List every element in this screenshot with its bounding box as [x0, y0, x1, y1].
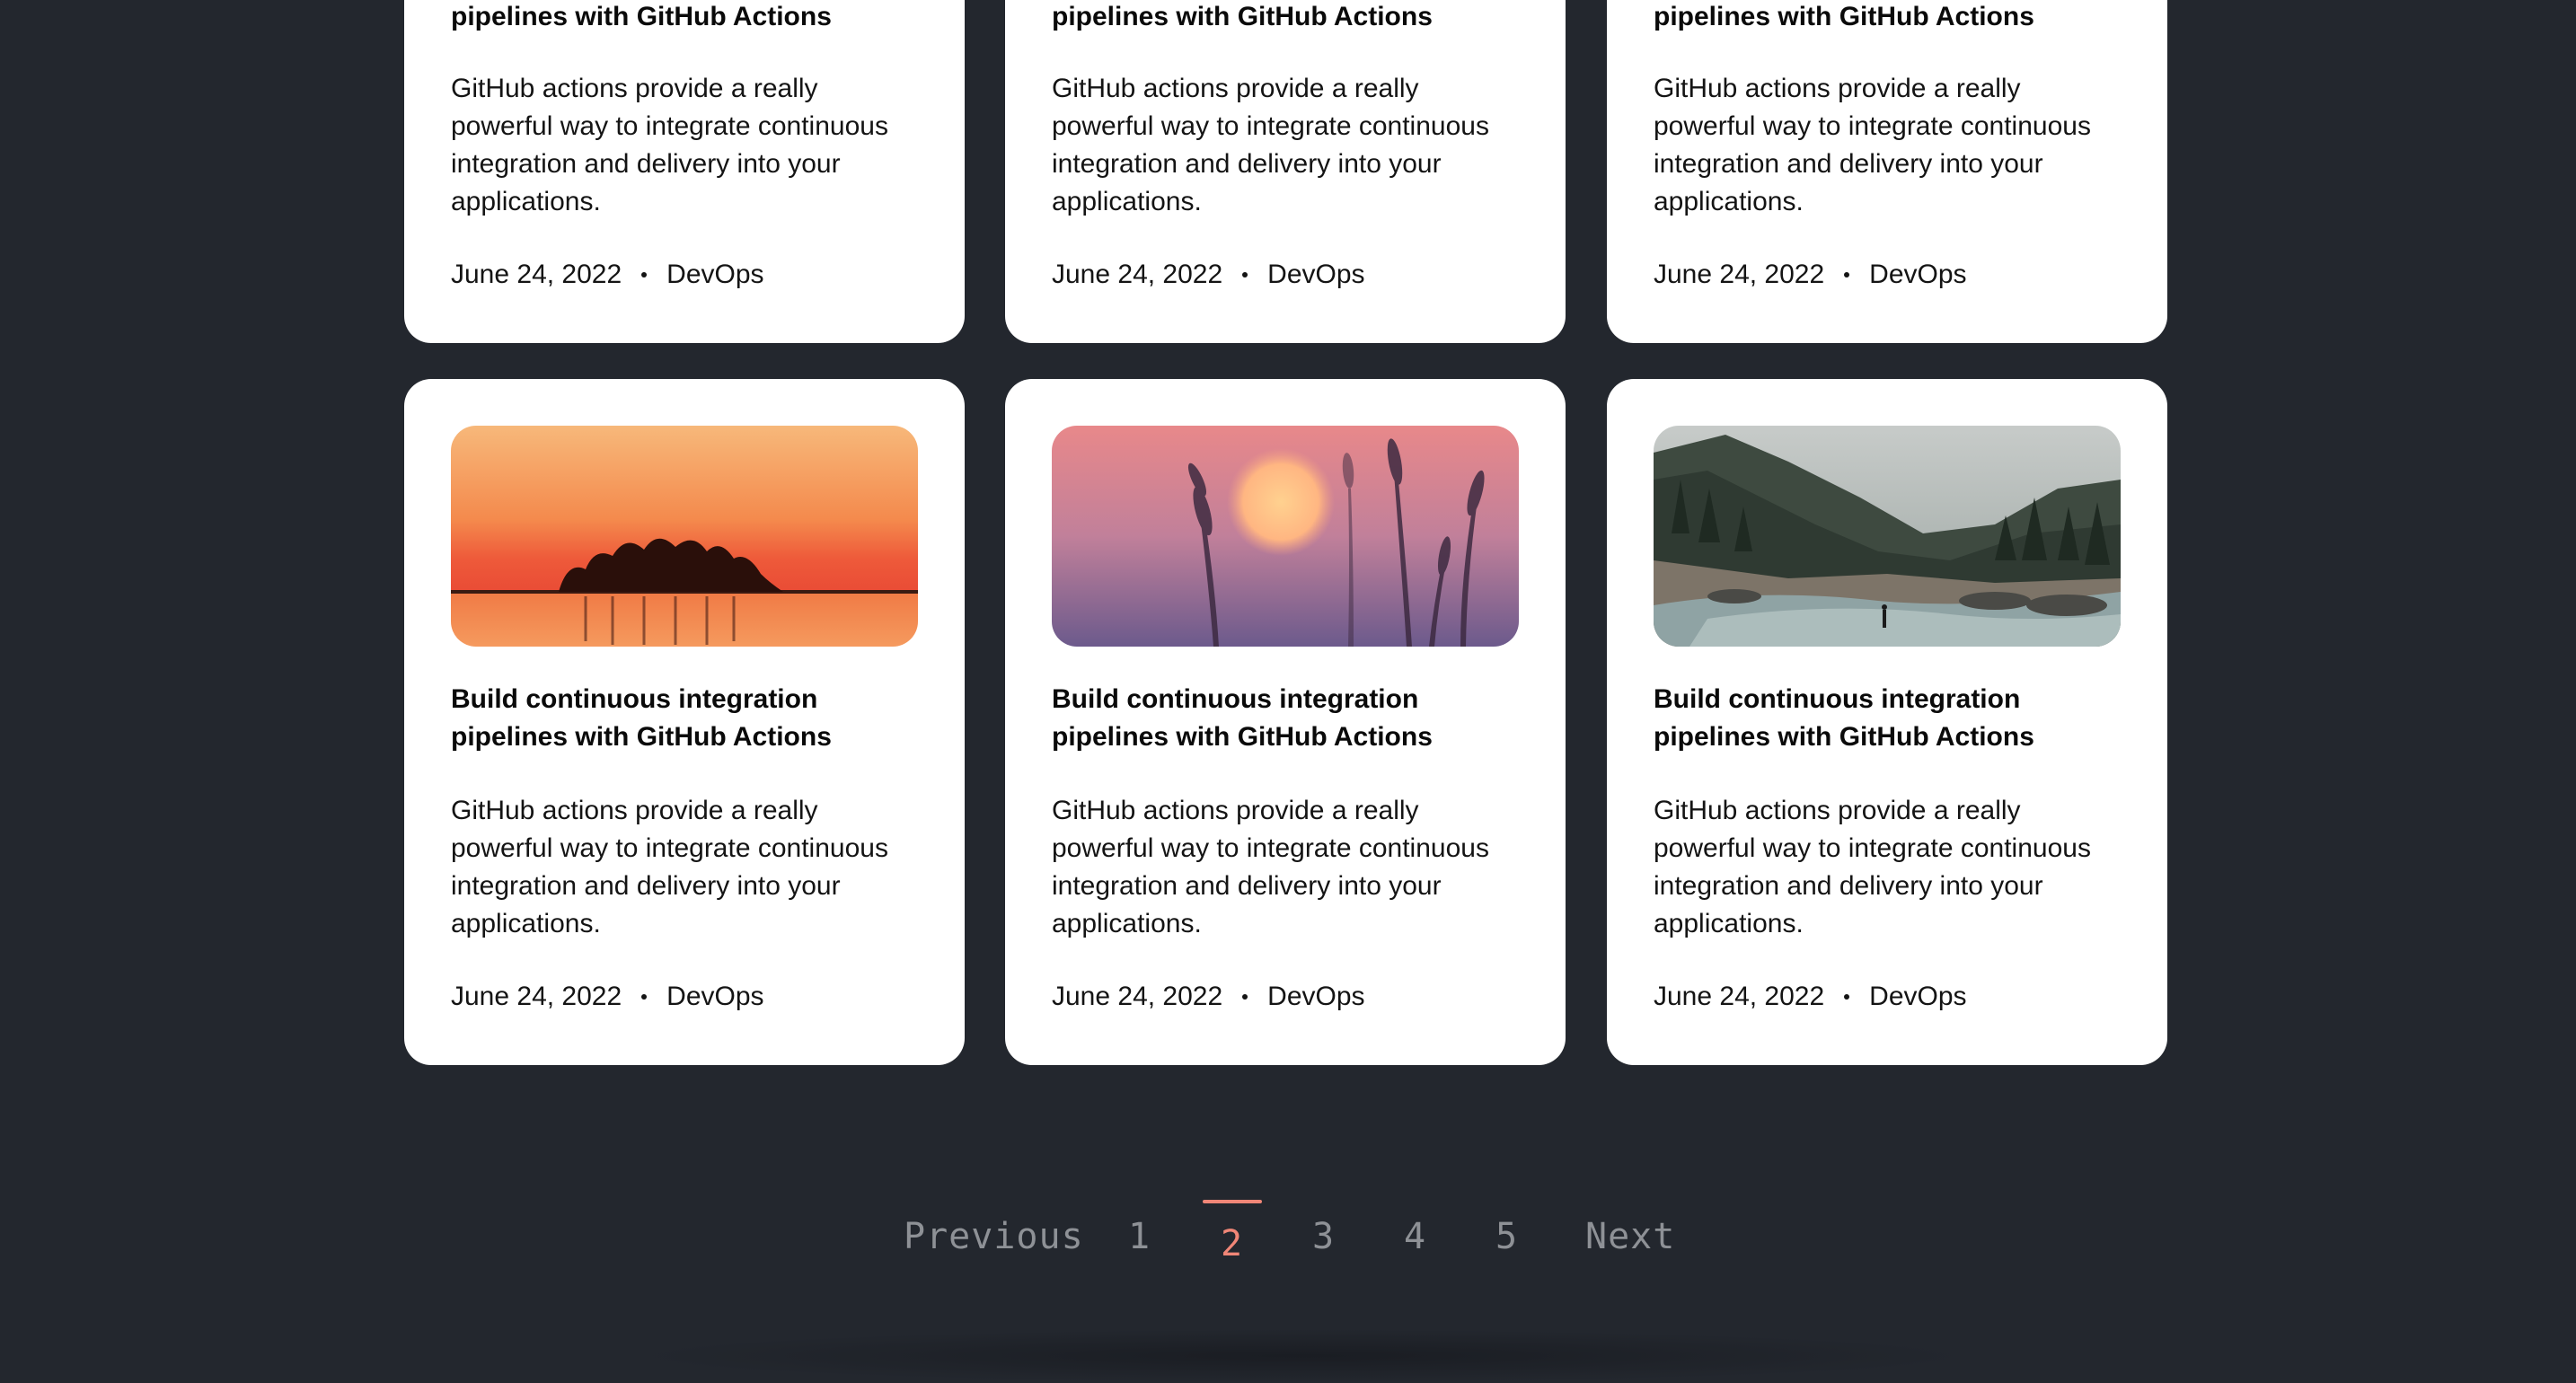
page-link-1[interactable]: 1 [1128, 1214, 1151, 1259]
article-meta: June 24, 2022 DevOps [451, 979, 918, 1015]
article-category[interactable]: DevOps [666, 979, 763, 1015]
article-title[interactable]: Build continuous integration pipelines w… [1654, 681, 2085, 756]
pagination: Previous 1 2 3 4 5 Next [0, 1194, 2576, 1284]
article-date: June 24, 2022 [1654, 260, 1825, 289]
article-card[interactable]: pipelines with GitHub Actions GitHub act… [1005, 0, 1566, 343]
article-date: June 24, 2022 [1052, 982, 1223, 1011]
separator-dot-icon [1844, 272, 1850, 277]
article-card[interactable]: Build continuous integration pipelines w… [404, 379, 965, 1065]
page-link-2-current[interactable]: 2 [1221, 1221, 1243, 1266]
separator-dot-icon [641, 994, 648, 1000]
article-category[interactable]: DevOps [1267, 257, 1364, 293]
article-meta: June 24, 2022 DevOps [1052, 257, 1519, 293]
article-card[interactable]: Build continuous integration pipelines w… [1607, 379, 2167, 1065]
article-card[interactable]: pipelines with GitHub Actions GitHub act… [404, 0, 965, 343]
page-link-3[interactable]: 3 [1312, 1214, 1335, 1259]
article-date: June 24, 2022 [1052, 260, 1223, 289]
article-meta: June 24, 2022 DevOps [1052, 979, 1519, 1015]
article-title[interactable]: pipelines with GitHub Actions [1654, 0, 2121, 36]
article-category[interactable]: DevOps [1869, 257, 1966, 293]
article-description: GitHub actions provide a really powerful… [451, 796, 888, 938]
page-link-4[interactable]: 4 [1404, 1214, 1426, 1259]
article-card[interactable]: pipelines with GitHub Actions GitHub act… [1607, 0, 2167, 343]
article-category[interactable]: DevOps [1869, 979, 1966, 1015]
article-title[interactable]: pipelines with GitHub Actions [1052, 0, 1519, 36]
footer-shadow [629, 1329, 1976, 1383]
article-title[interactable]: pipelines with GitHub Actions [451, 0, 918, 36]
article-meta: June 24, 2022 DevOps [1654, 257, 2121, 293]
article-card[interactable]: Build continuous integration pipelines w… [1005, 379, 1566, 1065]
article-description: GitHub actions provide a really powerful… [451, 74, 888, 216]
article-category[interactable]: DevOps [1267, 979, 1364, 1015]
article-date: June 24, 2022 [451, 982, 622, 1011]
separator-dot-icon [1242, 994, 1248, 1000]
forest-river-image[interactable] [1654, 426, 2121, 647]
article-date: June 24, 2022 [451, 260, 622, 289]
next-page-link[interactable]: Next [1585, 1214, 1675, 1259]
separator-dot-icon [1242, 272, 1248, 277]
sunset-lake-island-image[interactable] [451, 426, 918, 647]
separator-dot-icon [1844, 994, 1850, 1000]
article-description: GitHub actions provide a really powerful… [1654, 74, 2091, 216]
article-meta: June 24, 2022 DevOps [451, 257, 918, 293]
article-category[interactable]: DevOps [666, 257, 763, 293]
previous-page-link[interactable]: Previous [904, 1214, 1084, 1259]
article-title[interactable]: Build continuous integration pipelines w… [1052, 681, 1483, 756]
article-date: June 24, 2022 [1654, 982, 1825, 1011]
wheat-sunset-image[interactable] [1052, 426, 1519, 647]
article-description: GitHub actions provide a really powerful… [1052, 796, 1489, 938]
separator-dot-icon [641, 272, 648, 277]
article-description: GitHub actions provide a really powerful… [1052, 74, 1489, 216]
article-meta: June 24, 2022 DevOps [1654, 979, 2121, 1015]
article-description: GitHub actions provide a really powerful… [1654, 796, 2091, 938]
page-link-5[interactable]: 5 [1495, 1214, 1518, 1259]
active-page-indicator [1203, 1200, 1262, 1203]
article-title[interactable]: Build continuous integration pipelines w… [451, 681, 882, 756]
